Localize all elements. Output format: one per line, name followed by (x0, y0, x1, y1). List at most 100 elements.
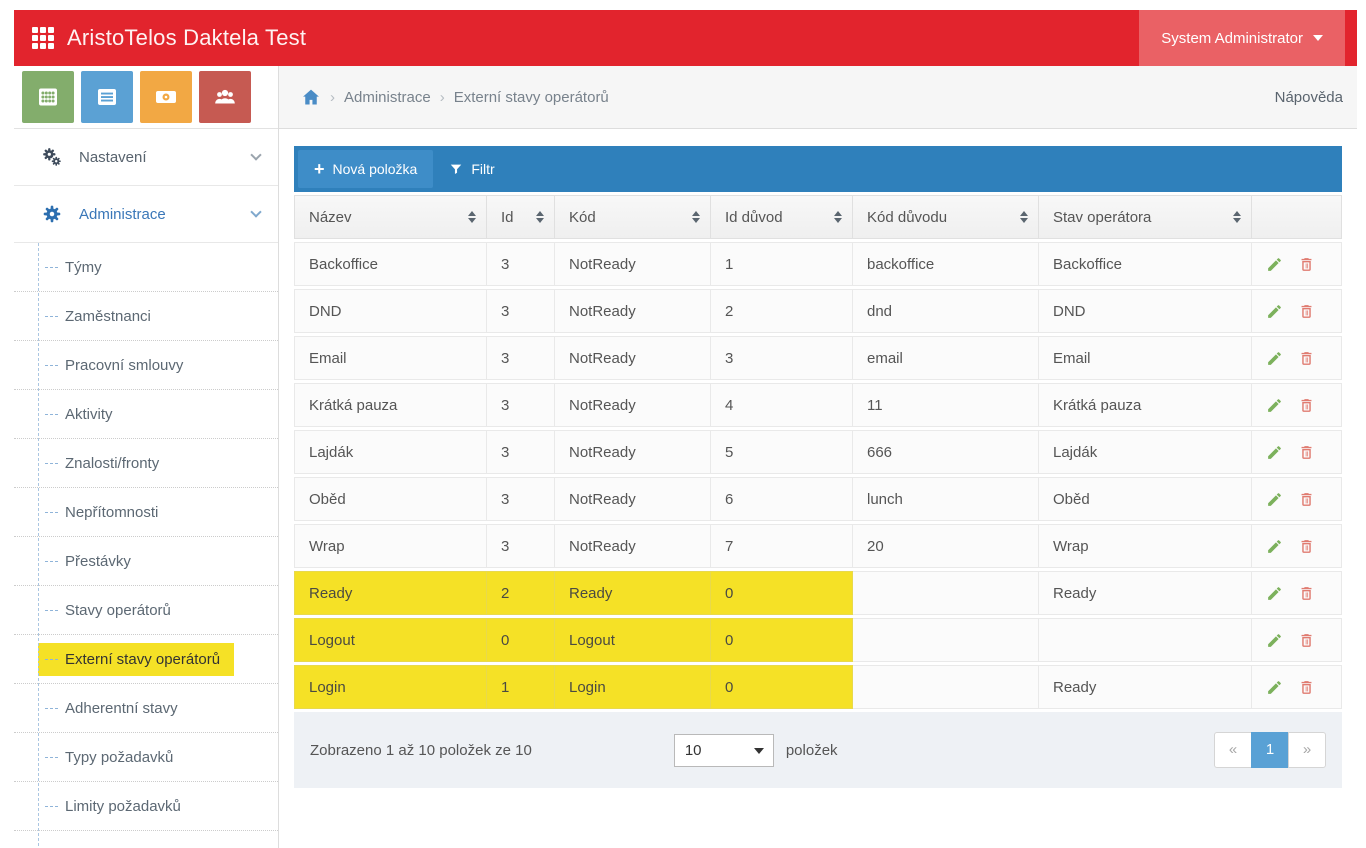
dialpad-grid-button[interactable] (22, 71, 74, 123)
table-row[interactable]: Ready 2 Ready 0 Ready (294, 571, 1342, 615)
sidebar-item[interactable]: Limity požadavků (14, 782, 278, 831)
cell-id-duvod: 6 (711, 477, 853, 521)
sidebar-item[interactable]: Zaměstnanci (14, 292, 278, 341)
sidebar-item[interactable]: Nepřítomnosti (14, 488, 278, 537)
cell-id-duvod: 0 (711, 665, 853, 709)
delete-button[interactable] (1298, 256, 1315, 273)
cell-id-duvod: 2 (711, 289, 853, 333)
sidebar-item[interactable]: Týmy (14, 243, 278, 292)
help-link[interactable]: Nápověda (1275, 89, 1343, 106)
delete-button[interactable] (1298, 679, 1315, 696)
edit-button[interactable] (1266, 444, 1283, 461)
cell-id-duvod: 5 (711, 430, 853, 474)
cell-id: 1 (487, 665, 555, 709)
sidebar-section-label: Nastavení (79, 149, 147, 166)
sidebar-item[interactable]: Stavy operátorů (14, 586, 278, 635)
cell-actions (1252, 665, 1342, 709)
cell-stav-operatora: Lajdák (1039, 430, 1252, 474)
delete-button[interactable] (1298, 444, 1315, 461)
table-row[interactable]: Oběd 3 NotReady 6 lunch Oběd (294, 477, 1342, 521)
page-size-value: 10 (685, 742, 702, 759)
contacts-group-button[interactable] (199, 71, 251, 123)
tree-dash-icon (45, 365, 58, 366)
column-header-stav-operatora[interactable]: Stav operátora (1039, 195, 1252, 239)
trash-icon (1298, 397, 1315, 414)
cell-actions (1252, 430, 1342, 474)
sidebar-item[interactable]: Adherentní stavy (14, 684, 278, 733)
sidebar-item[interactable]: Aktivity (14, 390, 278, 439)
edit-button[interactable] (1266, 632, 1283, 649)
pagination-prev-button[interactable]: « (1214, 732, 1252, 768)
table-row[interactable]: Backoffice 3 NotReady 1 backoffice Backo… (294, 242, 1342, 286)
edit-button[interactable] (1266, 491, 1283, 508)
edit-button[interactable] (1266, 303, 1283, 320)
breadcrumb: › Administrace › Externí stavy operátorů… (279, 66, 1357, 129)
pagination-page-1[interactable]: 1 (1251, 732, 1289, 768)
list-button[interactable] (81, 71, 133, 123)
table-row[interactable]: DND 3 NotReady 2 dnd DND (294, 289, 1342, 333)
sidebar-item[interactable]: Pracovní smlouvy (14, 341, 278, 390)
cell-kod: NotReady (555, 242, 711, 286)
cell-kod: Login (555, 665, 711, 709)
tree-dash-icon (45, 757, 58, 758)
home-icon[interactable] (301, 87, 321, 107)
pencil-icon (1266, 256, 1283, 273)
edit-button[interactable] (1266, 585, 1283, 602)
cell-kod: NotReady (555, 477, 711, 521)
trash-icon (1298, 444, 1315, 461)
cell-nazev: Login (294, 665, 487, 709)
sidebar-section-administrace[interactable]: Administrace (14, 186, 278, 243)
column-header-kod-duvodu[interactable]: Kód důvodu (853, 195, 1039, 239)
table-row[interactable]: Krátká pauza 3 NotReady 4 11 Krátká pauz… (294, 383, 1342, 427)
cell-id-duvod: 1 (711, 242, 853, 286)
table-row[interactable]: Lajdák 3 NotReady 5 666 Lajdák (294, 430, 1342, 474)
cell-kod: NotReady (555, 289, 711, 333)
column-header-id[interactable]: Id (487, 195, 555, 239)
sidebar-section-nastaveni[interactable]: Nastavení (14, 129, 278, 186)
edit-button[interactable] (1266, 397, 1283, 414)
cell-id-duvod: 0 (711, 571, 853, 615)
delete-button[interactable] (1298, 303, 1315, 320)
table-row[interactable]: Wrap 3 NotReady 7 20 Wrap (294, 524, 1342, 568)
edit-button[interactable] (1266, 679, 1283, 696)
breadcrumb-item-administrace[interactable]: Administrace (344, 89, 431, 106)
table-row[interactable]: Logout 0 Logout 0 (294, 618, 1342, 662)
cell-kod: Logout (555, 618, 711, 662)
new-item-button[interactable]: + Nová položka (298, 150, 433, 188)
delete-button[interactable] (1298, 397, 1315, 414)
column-header-nazev[interactable]: Název (294, 195, 487, 239)
trash-icon (1298, 585, 1315, 602)
column-header-kod[interactable]: Kód (555, 195, 711, 239)
table-row[interactable]: Login 1 Login 0 Ready (294, 665, 1342, 709)
delete-button[interactable] (1298, 350, 1315, 367)
edit-button[interactable] (1266, 256, 1283, 273)
sidebar-item[interactable]: Externí stavy operátorů (14, 635, 278, 684)
column-header-id-duvod[interactable]: Id důvod (711, 195, 853, 239)
brand[interactable]: AristoTelos Daktela Test (14, 25, 306, 51)
cell-id: 3 (487, 242, 555, 286)
edit-button[interactable] (1266, 350, 1283, 367)
cell-kod-duvodu (853, 571, 1039, 615)
delete-button[interactable] (1298, 585, 1315, 602)
plus-icon: + (314, 160, 325, 178)
sidebar-item-label: Limity požadavků (65, 798, 181, 815)
pencil-icon (1266, 538, 1283, 555)
sidebar-item[interactable]: Typy požadavků (14, 733, 278, 782)
pagination-next-button[interactable]: » (1288, 732, 1326, 768)
delete-button[interactable] (1298, 538, 1315, 555)
banknote-button[interactable] (140, 71, 192, 123)
contacts-group-icon (213, 85, 237, 109)
pagination: « 1 » (1214, 732, 1326, 768)
delete-button[interactable] (1298, 632, 1315, 649)
sort-icon (468, 211, 476, 223)
sidebar-item[interactable]: Přestávky (14, 537, 278, 586)
edit-button[interactable] (1266, 538, 1283, 555)
filter-button[interactable]: Filtr (433, 150, 510, 188)
user-menu[interactable]: System Administrator (1139, 10, 1345, 66)
delete-button[interactable] (1298, 491, 1315, 508)
user-menu-label: System Administrator (1161, 30, 1303, 47)
sidebar-item[interactable]: Znalosti/fronty (14, 439, 278, 488)
cell-nazev: Ready (294, 571, 487, 615)
page-size-select[interactable]: 10 (674, 734, 774, 767)
table-row[interactable]: Email 3 NotReady 3 email Email (294, 336, 1342, 380)
